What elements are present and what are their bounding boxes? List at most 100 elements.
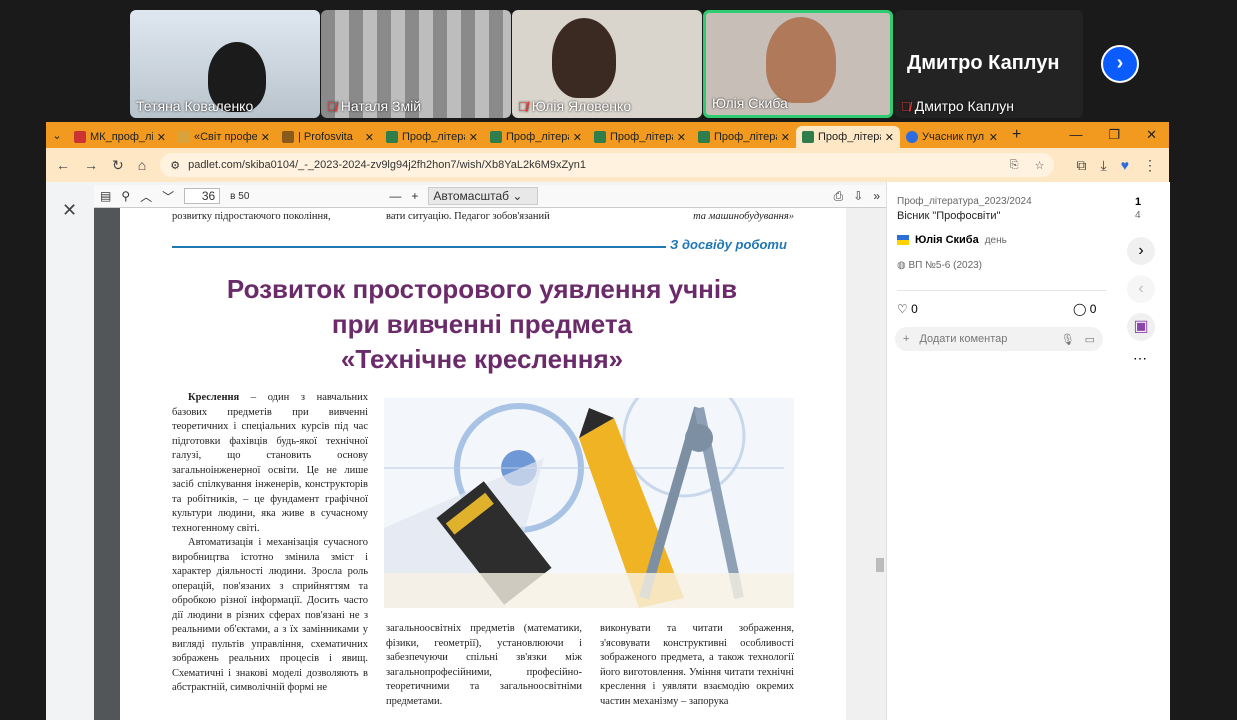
comment-input[interactable]: + Додати коментар 🎙 ▭ — [895, 327, 1103, 351]
print-icon[interactable]: ⎙ — [834, 189, 844, 204]
save-icon[interactable]: ⇩ — [853, 189, 863, 203]
install-app-icon[interactable]: ⎘ — [1010, 159, 1019, 172]
tab-favicon — [74, 131, 86, 143]
tab-favicon — [698, 131, 710, 143]
participant-name: Тетяна Коваленко — [136, 98, 254, 114]
close-tab-icon[interactable]: ✕ — [365, 131, 374, 144]
restore-icon[interactable]: ❐ — [1108, 127, 1120, 143]
search-icon[interactable]: ⚲ — [121, 189, 130, 203]
zoom-select[interactable]: Автомасштаб ⌄ — [428, 187, 539, 205]
close-tab-icon[interactable]: ✕ — [573, 131, 582, 144]
participant-tile-5[interactable]: Дмитро Каплун 🎙̸ Дмитро Каплун — [895, 10, 1083, 118]
add-icon[interactable]: + — [903, 333, 909, 345]
close-tab-icon[interactable]: ✕ — [885, 131, 894, 144]
participant-tile-active[interactable]: Юлія Скиба — [703, 10, 893, 118]
close-tab-icon[interactable]: ✕ — [677, 131, 686, 144]
close-tab-icon[interactable]: ✕ — [469, 131, 478, 144]
participant-video — [552, 18, 616, 98]
participant-name: 🎙̸ Наталя Змій — [327, 98, 422, 114]
mic-muted-icon: 🎙̸ — [327, 98, 337, 114]
tab-favicon — [490, 131, 502, 143]
comment-placeholder: Додати коментар — [919, 333, 1008, 345]
padlet-breadcrumb[interactable]: Проф_література_2023/2024 — [897, 196, 1032, 207]
browser-tab[interactable]: Проф_літера ✕ — [588, 126, 692, 148]
back-icon[interactable]: ← — [56, 157, 70, 173]
pdf-toolbar: ▤ ⚲ ︿ ﹀ 36 в 50 — + Автомасштаб ⌄ ⎙ ⇩ » — [94, 185, 886, 208]
bold-term: Креслення — [188, 392, 240, 403]
url-field[interactable]: ⚙ padlet.com/skiba0104/_-_2023-2024-zv9l… — [160, 153, 1055, 177]
zoom-participant-strip: Тетяна Коваленко 🎙̸ Наталя Змій 🎙̸ Юлія Ял… — [0, 0, 1237, 122]
close-tab-icon[interactable]: ✕ — [989, 131, 998, 144]
comment-count-button[interactable]: ◯ 0 — [1073, 302, 1096, 316]
divider — [897, 290, 1107, 291]
close-window-icon[interactable]: ✕ — [1146, 127, 1157, 143]
browser-tab[interactable]: Проф_літера ✕ — [380, 126, 484, 148]
video-icon[interactable]: ▭ — [1085, 333, 1095, 346]
next-post-icon[interactable]: › — [1127, 237, 1155, 265]
window-controls: — ❐ ✕ — [1069, 127, 1169, 143]
section-divider — [172, 246, 666, 248]
reload-icon[interactable]: ↻ — [112, 157, 124, 174]
zoom-in-icon[interactable]: + — [411, 189, 418, 203]
url-text: padlet.com/skiba0104/_-_2023-2024-zv9lg9… — [188, 159, 586, 171]
pdf-scrollbar[interactable] — [846, 208, 886, 720]
browser-tab[interactable]: | Profosvita ✕ — [276, 126, 380, 148]
prev-page-icon[interactable]: ︿ — [140, 188, 152, 205]
tab-favicon — [386, 131, 398, 143]
article-column-3: виконувати та читати зображення, з'ясову… — [600, 623, 794, 707]
close-tab-icon[interactable]: ✕ — [157, 131, 166, 144]
scrollbar-thumb[interactable] — [876, 558, 884, 572]
post-index: 1 — [1135, 196, 1142, 208]
more-options-icon[interactable]: ⋯ — [1133, 350, 1147, 367]
participant-name: Юлія Скиба — [712, 95, 788, 111]
menu-kebab-icon[interactable]: ⋮ — [1143, 157, 1169, 174]
more-tools-icon[interactable]: » — [873, 189, 886, 203]
home-icon[interactable]: ⌂ — [138, 157, 146, 173]
close-tab-icon[interactable]: ✕ — [261, 131, 270, 144]
minimize-icon[interactable]: — — [1069, 127, 1082, 143]
attachment-row[interactable]: ◍ ВП №5-6 (2023) — [897, 260, 982, 271]
text-fragment: розвитку підростаючого покоління, — [172, 211, 331, 222]
participant-tile-3[interactable]: 🎙̸ Юлія Яловенко — [512, 10, 702, 118]
page-number-input[interactable]: 36 — [184, 188, 221, 204]
close-icon[interactable]: ✕ — [62, 200, 77, 221]
next-page-icon[interactable]: › — [1101, 45, 1139, 83]
padlet-post-view: ✕ ▤ ⚲ ︿ ﹀ 36 в 50 — + Автомасштаб ⌄ ⎙ ⇩ … — [46, 182, 1170, 720]
participant-tile-1[interactable]: Тетяна Коваленко — [130, 10, 320, 118]
browser-tab[interactable]: Учасник пул ✕ — [900, 126, 1004, 148]
post-time: день — [984, 234, 1007, 246]
post-count: 4 — [1135, 210, 1141, 221]
browser-tab-active[interactable]: Проф_літера ✕ — [796, 126, 900, 148]
page-total: в 50 — [230, 190, 250, 202]
close-tab-icon[interactable]: ✕ — [781, 131, 790, 144]
site-info-icon[interactable]: ⚙ — [170, 159, 180, 172]
previous-post-icon[interactable]: ‹ — [1127, 275, 1155, 303]
author-name[interactable]: Юлія Скиба — [915, 234, 979, 246]
browser-tab[interactable]: МК_проф_лі ✕ — [68, 126, 172, 148]
mic-muted-icon: 🎙̸ — [518, 98, 528, 114]
browser-tab[interactable]: Проф_літера ✕ — [484, 126, 588, 148]
participant-video — [766, 17, 836, 103]
microphone-icon[interactable]: 🎙 — [1061, 333, 1075, 346]
tab-favicon — [178, 131, 190, 143]
extensions-icon[interactable]: ⧉ — [1076, 157, 1086, 174]
title-line: Розвиток просторового уявлення учнів — [226, 274, 738, 304]
slideshow-icon[interactable]: ▣ — [1127, 313, 1155, 341]
title-line: при вивченні предмета — [331, 309, 633, 339]
profile-icon[interactable]: ♥ — [1121, 157, 1129, 173]
new-tab-icon[interactable]: + — [1004, 126, 1021, 144]
tab-favicon — [594, 131, 606, 143]
sidebar-toggle-icon[interactable]: ▤ — [100, 189, 111, 203]
bookmark-star-icon[interactable]: ☆ — [1035, 159, 1045, 172]
browser-tab[interactable]: Проф_літера ✕ — [692, 126, 796, 148]
like-button[interactable]: ♡ 0 — [897, 302, 918, 316]
zoom-out-icon[interactable]: — — [389, 189, 401, 203]
download-icon[interactable]: ⤓ — [1100, 157, 1106, 174]
browser-tab[interactable]: «Світ профе ✕ — [172, 126, 276, 148]
participant-tile-2[interactable]: 🎙̸ Наталя Змій — [321, 10, 511, 118]
flag-icon — [897, 235, 909, 245]
address-bar-row: ← → ↻ ⌂ ⚙ padlet.com/skiba0104/_-_2023-2… — [46, 148, 1169, 182]
next-page-icon[interactable]: ﹀ — [162, 188, 174, 205]
tab-search-icon[interactable]: ⌄ — [46, 129, 68, 142]
forward-icon[interactable]: → — [84, 157, 98, 173]
